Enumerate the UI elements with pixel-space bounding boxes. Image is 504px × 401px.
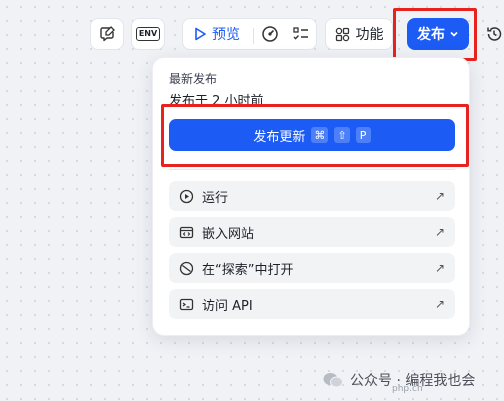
- preview-button[interactable]: 预览: [194, 24, 240, 44]
- history-button[interactable]: [485, 25, 503, 43]
- menu-item-embed[interactable]: 嵌入网站 ↗: [169, 217, 455, 247]
- publish-label: 发布: [417, 27, 445, 43]
- menu-item-explore[interactable]: 在“探索”中打开 ↗: [169, 253, 455, 283]
- history-icon: [487, 27, 502, 41]
- debug-button[interactable]: [261, 25, 279, 43]
- menu-item-run[interactable]: 运行 ↗: [169, 181, 455, 211]
- edit-chat-icon: [100, 26, 115, 42]
- features-button[interactable]: 功能: [325, 18, 393, 50]
- arrow-up-right-icon: ↗: [434, 297, 445, 311]
- checklist-icon: [293, 27, 308, 40]
- env-button[interactable]: ENV: [131, 18, 165, 50]
- gauge-icon: [262, 26, 278, 42]
- terminal-icon: [179, 298, 194, 310]
- arrow-up-right-icon: ↗: [434, 189, 445, 203]
- play-icon: [195, 27, 206, 41]
- arrow-up-right-icon: ↗: [434, 261, 445, 275]
- env-icon: ENV: [135, 27, 161, 41]
- publish-update-button[interactable]: 发布更新 ⌘ ⇧ P: [169, 119, 455, 151]
- menu-item-label: 在“探索”中打开: [202, 262, 294, 278]
- panel-divider: [169, 169, 455, 170]
- p-key: P: [355, 127, 371, 143]
- menu-item-label: 嵌入网站: [202, 226, 255, 242]
- checklist-button[interactable]: [292, 25, 310, 43]
- publish-button[interactable]: 发布: [407, 18, 469, 50]
- menu-item-label: 运行: [202, 190, 229, 206]
- wechat-icon: [323, 373, 343, 388]
- compass-icon: [179, 261, 194, 275]
- embed-window-icon: [179, 226, 194, 238]
- preview-label: 预览: [212, 27, 240, 43]
- apps-icon: [335, 27, 349, 41]
- arrow-up-right-icon: ↗: [434, 225, 445, 239]
- divider: [253, 28, 254, 44]
- menu-item-label: 访问 API: [202, 298, 253, 314]
- menu-item-api[interactable]: 访问 API ↗: [169, 289, 455, 319]
- feedback-button[interactable]: [90, 18, 124, 50]
- publish-dropdown: 最新发布 发布于 2 小时前 发布更新 ⌘ ⇧ P 运行 ↗ 嵌入网站 ↗ 在“…: [152, 57, 470, 336]
- publish-time: 发布于 2 小时前: [169, 94, 264, 109]
- shift-key: ⇧: [334, 127, 350, 143]
- panel-title: 最新发布: [169, 72, 218, 86]
- play-circle-icon: [179, 189, 194, 203]
- publish-update-label: 发布更新: [253, 129, 306, 145]
- features-label: 功能: [355, 27, 384, 43]
- chevron-down-icon: [450, 31, 458, 37]
- watermark-small: php.cn: [392, 384, 423, 394]
- command-key: ⌘: [311, 127, 329, 143]
